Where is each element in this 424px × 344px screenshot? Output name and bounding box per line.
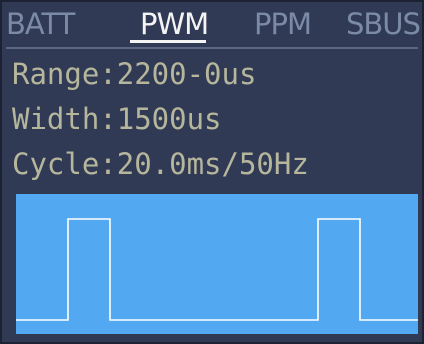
tab-divider (6, 47, 418, 49)
active-tab-underline (130, 40, 206, 43)
tab-pwm[interactable]: PWM (140, 6, 209, 42)
tab-ppm[interactable]: PPM (254, 6, 312, 42)
range-readout: Range:2200-0us (12, 57, 257, 91)
width-readout: Width:1500us (12, 102, 222, 136)
pwm-tester-screen: BATT PWM PPM SBUS Range:2200-0us Width:1… (0, 0, 424, 344)
mode-tabs: BATT PWM PPM SBUS (2, 2, 422, 50)
pwm-waveform (16, 218, 418, 321)
pwm-signal-trace (16, 218, 418, 321)
waveform-panel (16, 194, 418, 334)
tab-batt[interactable]: BATT (6, 6, 75, 42)
cycle-readout: Cycle:20.0ms/50Hz (12, 147, 309, 181)
tab-sbus[interactable]: SBUS (346, 6, 421, 42)
